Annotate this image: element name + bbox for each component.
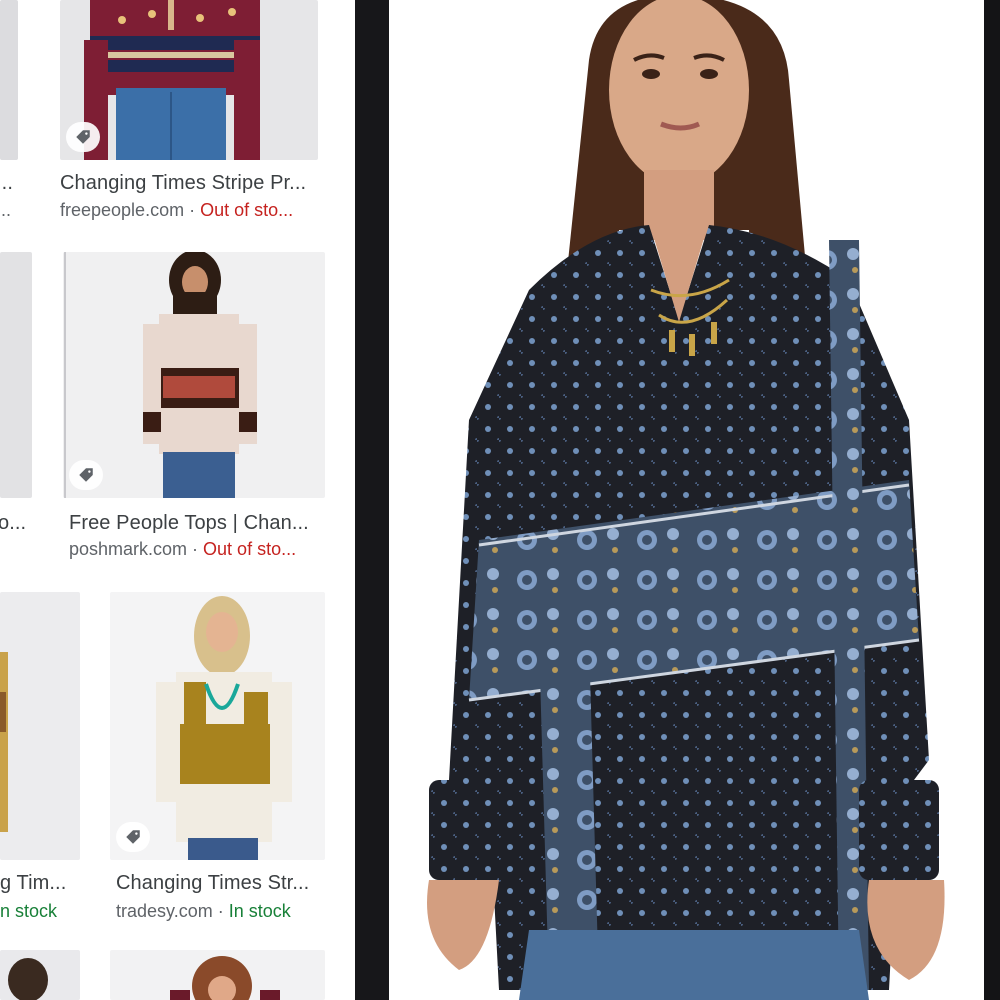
result-thumbnail-1[interactable]	[60, 0, 318, 160]
result-source-3[interactable]: tradesy.com	[116, 901, 213, 921]
tag-icon	[79, 468, 93, 482]
result-thumbnail-partial-4[interactable]	[0, 950, 80, 1000]
partial-product-photo	[0, 652, 8, 832]
result-title-3[interactable]: Changing Times Str...	[116, 872, 346, 895]
stock-status: Out of sto...	[200, 200, 294, 220]
result-thumbnail-partial-2[interactable]	[0, 252, 32, 498]
tag-icon	[126, 830, 140, 844]
screen-edge	[984, 0, 1000, 1000]
shopping-tag-chip	[69, 460, 103, 490]
result-thumbnail-3[interactable]	[110, 592, 325, 860]
tag-icon	[76, 130, 90, 144]
result-stock-partial-3: n stock	[0, 901, 75, 922]
result-thumbnail-partial-1[interactable]	[0, 0, 18, 160]
result-meta-3: tradesy.com · In stock	[116, 901, 346, 922]
meta-separator: ·	[184, 200, 201, 220]
image-results-grid: ... ... o... g Tim... n stock	[0, 0, 355, 1000]
result-source-2[interactable]: poshmark.com	[69, 539, 187, 559]
result-thumbnail-partial-3[interactable]	[0, 592, 80, 860]
panel-divider	[355, 0, 389, 1000]
result-title-partial-3[interactable]: g Tim...	[0, 872, 75, 895]
preview-product-photo	[389, 0, 984, 1000]
result-title-1[interactable]: Changing Times Stripe Pr...	[60, 172, 340, 195]
product-photo-3	[156, 596, 292, 860]
result-thumbnail-4[interactable]	[110, 950, 325, 1000]
meta-separator: ·	[212, 901, 229, 921]
result-meta-1: freepeople.com · Out of sto...	[60, 200, 340, 221]
result-source-1[interactable]: freepeople.com	[60, 200, 184, 220]
partial-product-photo	[8, 958, 48, 1000]
result-title-partial-1[interactable]: ...	[0, 172, 16, 195]
result-title-2[interactable]: Free People Tops | Chan...	[69, 512, 339, 535]
result-thumbnail-2[interactable]	[63, 252, 325, 498]
meta-separator: ·	[187, 539, 204, 559]
product-photo-2	[64, 252, 257, 498]
stock-status: In stock	[228, 901, 291, 921]
image-preview-panel[interactable]	[389, 0, 984, 1000]
result-title-partial-2[interactable]: o...	[0, 512, 28, 535]
shopping-tag-chip	[116, 822, 150, 852]
product-photo-4	[170, 956, 280, 1000]
shopping-tag-chip	[66, 122, 100, 152]
result-source-partial-1: ...	[0, 200, 12, 220]
stock-status: n stock	[0, 901, 58, 921]
result-meta-2: poshmark.com · Out of sto...	[69, 539, 349, 560]
stock-status: Out of sto...	[203, 539, 297, 559]
